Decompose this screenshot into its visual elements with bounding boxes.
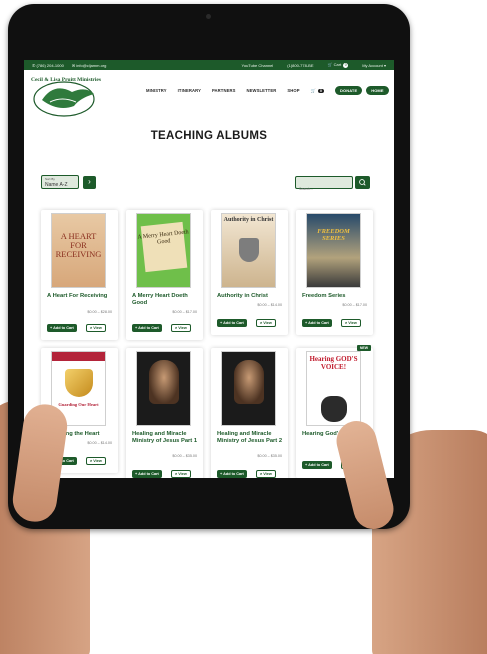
search-icon: ⌕ xyxy=(175,326,178,330)
youtube-link[interactable]: YouTube Channel xyxy=(242,63,274,68)
search-icon: ⌕ xyxy=(90,326,93,330)
nav-newsletter[interactable]: NEWSLETTER xyxy=(247,88,277,93)
main-nav: MINISTRY ITINERARY PARTNERS NEWSLETTER S… xyxy=(146,86,389,95)
chevron-right-icon: › xyxy=(88,177,91,186)
search-button[interactable] xyxy=(355,176,370,189)
product-cover[interactable]: A Merry Heart Doeth Good xyxy=(136,213,191,288)
product-price: $0.00 – $14.00 xyxy=(257,303,282,307)
product-card[interactable]: Healing and Miracle Ministry of Jesus Pa… xyxy=(126,348,203,478)
product-cover[interactable]: FREEDOM SERIES xyxy=(306,213,361,288)
search-icon: ⌕ xyxy=(175,472,178,476)
cart-icon: 🛒 xyxy=(310,87,316,93)
cover-title: A HEART FOR RECEIVING xyxy=(55,231,102,259)
view-button[interactable]: ⌕ View xyxy=(256,319,276,327)
search-icon xyxy=(359,179,366,186)
logo-text: Cecil & Lisa Pruitt Ministries xyxy=(31,77,101,83)
add-to-cart-button[interactable]: + Add to Cart xyxy=(217,470,247,478)
nav-partners[interactable]: PARTNERS xyxy=(212,88,236,93)
product-card[interactable]: FREEDOM SERIES Freedom Series $0.00 – $1… xyxy=(296,210,373,335)
nav-itinerary[interactable]: ITINERARY xyxy=(178,88,201,93)
sort-select[interactable]: Sort By Name A-Z xyxy=(41,175,79,189)
topbar-cart-link[interactable]: 🛒 Cart 0 xyxy=(328,62,349,68)
product-card[interactable]: A Merry Heart Doeth Good A Merry Heart D… xyxy=(126,210,203,340)
product-price: $0.00 – $35.00 xyxy=(172,454,197,458)
product-price: $0.00 – $35.00 xyxy=(257,454,282,458)
camera-icon xyxy=(206,14,211,19)
portrait-image xyxy=(234,360,264,404)
cover-title: Hearing GOD'S VOICE! xyxy=(309,355,358,371)
page-title: TEACHING ALBUMS xyxy=(150,130,268,142)
product-cover[interactable]: Authority in Christ xyxy=(221,213,276,288)
product-name[interactable]: Healing and Miracle Ministry of Jesus Pa… xyxy=(132,431,202,444)
product-card[interactable]: Authority in Christ Authority in Christ … xyxy=(211,210,288,335)
product-name[interactable]: A Heart For Receiving xyxy=(47,293,117,300)
tollfree-link[interactable]: (1)800-778-BE xyxy=(287,63,313,68)
product-price: $0.00 – $17.00 xyxy=(172,310,197,314)
search-input[interactable] xyxy=(296,186,352,192)
search-icon: ⌕ xyxy=(345,321,348,325)
view-button[interactable]: ⌕ View xyxy=(171,470,191,478)
add-to-cart-button[interactable]: + Add to Cart xyxy=(217,319,247,327)
product-name[interactable]: Authority in Christ xyxy=(217,293,287,300)
product-cover[interactable]: A HEART FOR RECEIVING xyxy=(51,213,106,288)
portrait-image xyxy=(149,360,179,404)
browser-viewport: ✆ (786) 204-1000 ✉ info@cljamm.org YouTu… xyxy=(24,60,394,478)
product-name[interactable]: A Merry Heart Doeth Good xyxy=(132,293,202,306)
view-button[interactable]: ⌕ View xyxy=(171,324,191,332)
sort-go-button[interactable]: › xyxy=(83,176,96,189)
add-to-cart-button[interactable]: + Add to Cart xyxy=(132,470,162,478)
topbar-cart-count: 0 xyxy=(343,63,349,68)
cover-band xyxy=(52,352,105,361)
search-icon: ⌕ xyxy=(90,459,93,463)
ministry-logo[interactable]: Cecil & Lisa Pruitt Ministries xyxy=(28,72,104,120)
search-icon: ⌕ xyxy=(260,472,263,476)
product-price: $0.00 – $17.00 xyxy=(342,303,367,307)
product-price: $0.00 – $28.00 xyxy=(87,310,112,314)
phone-link[interactable]: ✆ (786) 204-1000 xyxy=(32,63,64,68)
product-card[interactable]: Healing and Miracle Ministry of Jesus Pa… xyxy=(211,348,288,478)
view-button[interactable]: ⌕ View xyxy=(86,324,106,332)
sort-label: Sort By xyxy=(45,177,55,181)
add-to-cart-button[interactable]: + Add to Cart xyxy=(132,324,162,332)
product-name[interactable]: Freedom Series xyxy=(302,293,372,300)
product-cover[interactable]: Hearing GOD'S VOICE! xyxy=(306,351,361,426)
shield-icon xyxy=(65,369,93,397)
nav-cart[interactable]: 🛒 0 xyxy=(310,87,325,94)
add-to-cart-button[interactable]: + Add to Cart xyxy=(302,461,332,469)
sort-value: Name A-Z xyxy=(45,182,68,188)
nav-shop[interactable]: SHOP xyxy=(287,88,299,93)
home-button[interactable]: HOME xyxy=(366,86,389,95)
add-to-cart-button[interactable]: + Add to Cart xyxy=(302,319,332,327)
view-button[interactable]: ⌕ View xyxy=(86,457,106,465)
product-name[interactable]: Healing and Miracle Ministry of Jesus Pa… xyxy=(217,431,287,444)
product-cover[interactable] xyxy=(221,351,276,426)
top-contact-bar: ✆ (786) 204-1000 ✉ info@cljamm.org YouTu… xyxy=(24,60,394,70)
nav-ministry[interactable]: MINISTRY xyxy=(146,88,167,93)
view-button[interactable]: ⌕ View xyxy=(341,319,361,327)
product-price: $0.00 – $14.00 xyxy=(87,441,112,445)
site-header: Cecil & Lisa Pruitt Ministries MINISTRY … xyxy=(24,70,394,122)
product-card[interactable]: A HEART FOR RECEIVING A Heart For Receiv… xyxy=(41,210,118,340)
search-icon: ⌕ xyxy=(260,321,263,325)
search-field[interactable] xyxy=(295,176,353,192)
add-to-cart-button[interactable]: + Add to Cart xyxy=(47,324,77,332)
cover-title: FREEDOM SERIES xyxy=(317,228,350,242)
photo-scene: ✆ (786) 204-1000 ✉ info@cljamm.org YouTu… xyxy=(0,0,487,654)
email-link[interactable]: ✉ info@cljamm.org xyxy=(72,63,107,68)
donate-button[interactable]: DONATE xyxy=(335,86,363,95)
cover-title: Guarding Our Heart xyxy=(58,402,99,407)
view-button[interactable]: ⌕ View xyxy=(256,470,276,478)
dog-image xyxy=(321,396,347,422)
cover-title: Authority in Christ xyxy=(223,217,274,223)
product-cover[interactable] xyxy=(136,351,191,426)
nav-cart-count: 0 xyxy=(317,88,325,93)
shield-icon xyxy=(239,238,259,262)
my-account-link[interactable]: My Account ▾ xyxy=(362,63,386,68)
